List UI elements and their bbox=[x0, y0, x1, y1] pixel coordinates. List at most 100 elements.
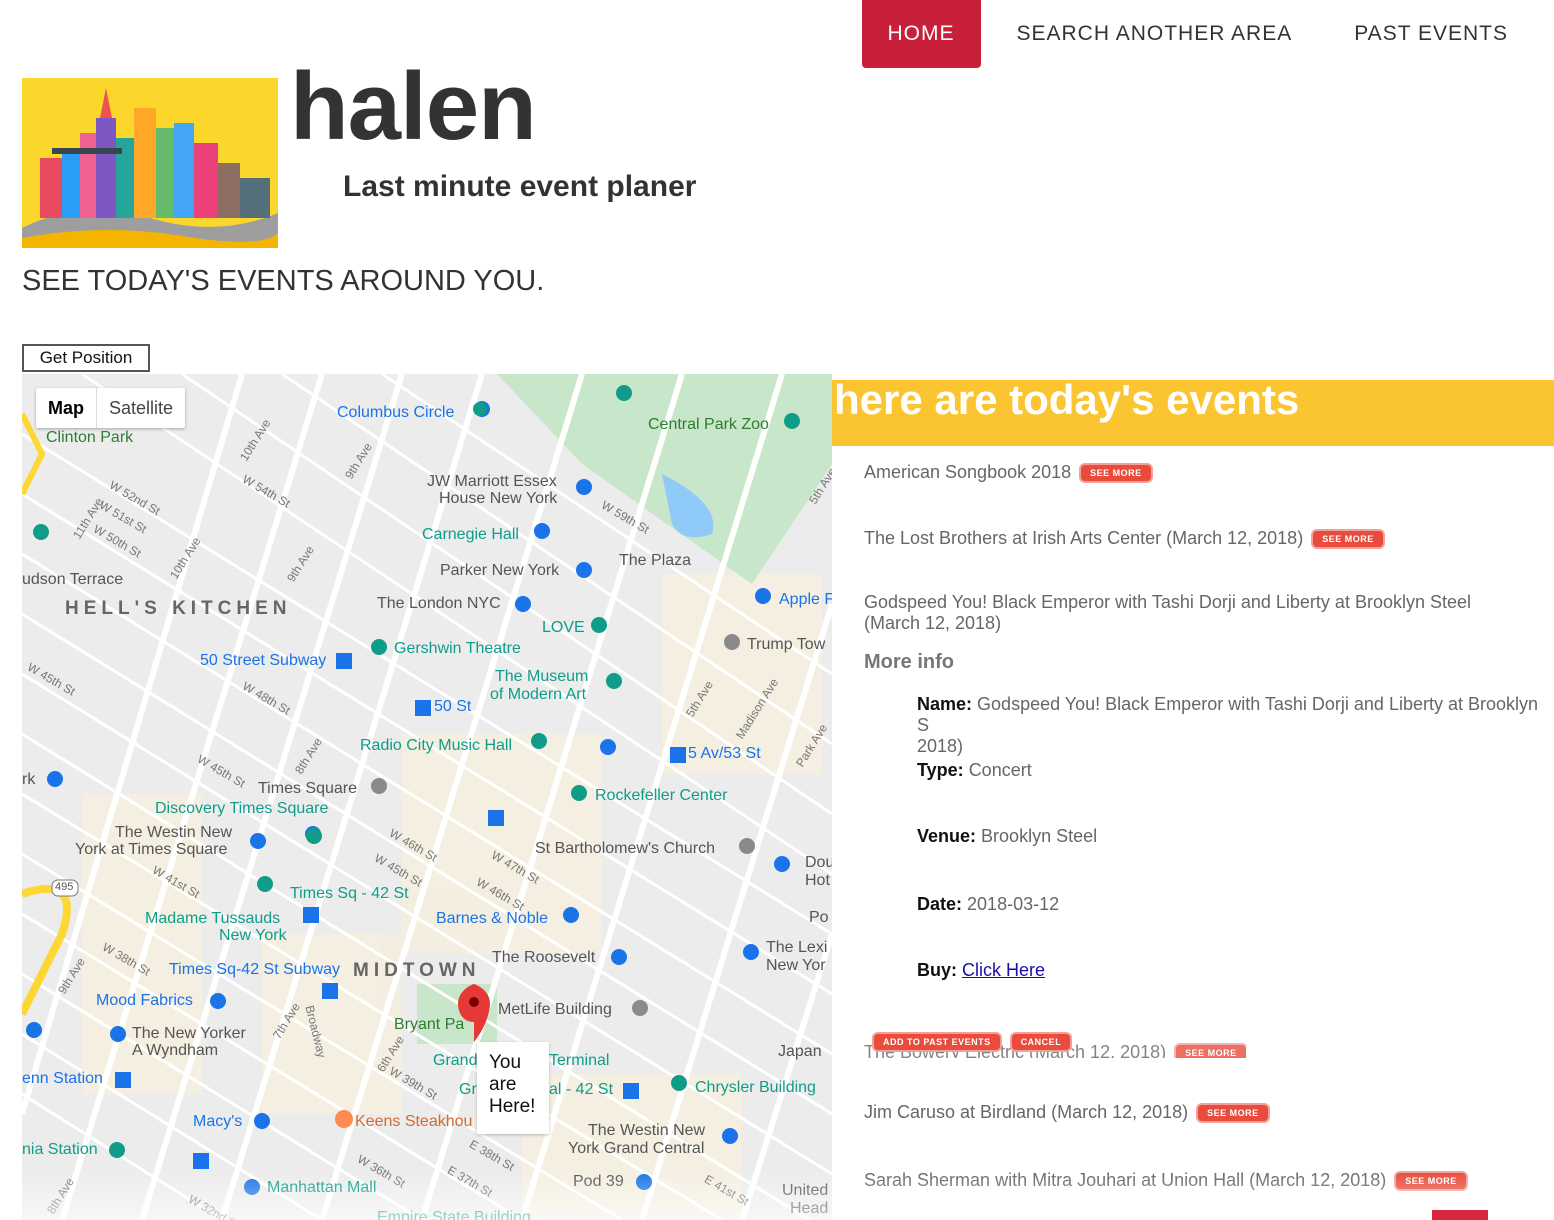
map-label: Madame Tussauds bbox=[145, 910, 281, 927]
add-to-past-events-button[interactable]: ADD TO PAST EVENTS bbox=[874, 1033, 1000, 1050]
map-label: Trump Tow bbox=[747, 636, 826, 653]
map-label: JW Marriott Essex bbox=[427, 473, 557, 490]
map-label: Radio City Music Hall bbox=[360, 737, 513, 754]
map-label: of Modern Art bbox=[490, 686, 587, 703]
map-label: York at Times Square bbox=[75, 841, 228, 858]
map-label: York Grand Central bbox=[568, 1140, 705, 1157]
map-label: Times Square bbox=[258, 780, 357, 797]
detail-venue-label: Venue: bbox=[917, 826, 977, 846]
event-title: Jim Caruso at Birdland (March 12, 2018) bbox=[864, 1102, 1189, 1122]
see-more-button[interactable]: SEE MORE bbox=[1176, 1045, 1246, 1058]
detail-name-label: Name: bbox=[917, 694, 973, 714]
intro-text: SEE TODAY'S EVENTS AROUND YOU. bbox=[22, 265, 545, 297]
map-label: A Wyndham bbox=[132, 1042, 219, 1059]
see-more-button[interactable]: SEE MORE bbox=[1396, 1173, 1466, 1190]
map-label: enn Station bbox=[22, 1070, 103, 1087]
map-type-control: Map Satellite bbox=[36, 388, 186, 428]
map-label: Grand bbox=[433, 1052, 478, 1069]
map-label: Gr bbox=[459, 1081, 477, 1098]
map-label: Mood Fabrics bbox=[96, 992, 193, 1009]
map-label: Head bbox=[790, 1200, 829, 1217]
event-item: The Lost Brothers at Irish Arts Center (… bbox=[864, 528, 1383, 549]
map-label: New York bbox=[219, 927, 287, 944]
city-skyline-logo bbox=[22, 78, 278, 248]
event-item: Godspeed You! Black Emperor with Tashi D… bbox=[864, 592, 1471, 634]
buy-ticket-link[interactable]: Click Here bbox=[962, 960, 1045, 980]
map-label: The Westin New bbox=[115, 824, 233, 841]
map-label: Gershwin Theatre bbox=[394, 640, 521, 657]
detail-name-value-cont: 2018) bbox=[917, 736, 964, 756]
event-title: Godspeed You! Black Emperor with Tashi D… bbox=[864, 592, 1471, 612]
map-label: Macy's bbox=[193, 1113, 243, 1130]
map-label: udson Terrace bbox=[22, 571, 124, 588]
detail-name-value: Godspeed You! Black Emperor with Tashi D… bbox=[917, 694, 1539, 735]
highway-495-label: 495 bbox=[55, 881, 74, 893]
map-label: 50 St bbox=[434, 698, 472, 715]
map-label: Manhattan Mall bbox=[267, 1179, 377, 1196]
detail-date-label: Date: bbox=[917, 894, 963, 914]
map-label: Apple F bbox=[779, 591, 832, 608]
map-label: United bbox=[782, 1182, 829, 1199]
detail-venue-value: Brooklyn Steel bbox=[981, 826, 1098, 846]
nav-search-another-area[interactable]: SEARCH ANOTHER AREA bbox=[991, 0, 1319, 68]
map-label: The Lexi bbox=[766, 939, 828, 956]
map-label: Hot bbox=[805, 872, 830, 889]
event-item: American Songbook 2018 SEE MORE bbox=[864, 462, 1151, 483]
map-label: Barnes & Noble bbox=[436, 910, 549, 927]
detail-date-value: 2018-03-12 bbox=[967, 894, 1060, 914]
nav-past-events[interactable]: PAST EVENTS bbox=[1328, 0, 1534, 68]
map-label: Po bbox=[809, 909, 829, 926]
map-label: 5 Av/53 St bbox=[688, 745, 761, 762]
detail-buy-label: Buy: bbox=[917, 960, 957, 980]
events-heading: here are today's events bbox=[832, 379, 1554, 446]
detail-name: Name: Godspeed You! Black Emperor with T… bbox=[917, 694, 1554, 757]
map-type-satellite-button[interactable]: Satellite bbox=[97, 388, 185, 428]
map-label: Central Park Zoo bbox=[648, 416, 769, 433]
map-label: Japan bbox=[778, 1043, 822, 1060]
map-label: Chrysler Building bbox=[695, 1079, 816, 1096]
detail-date: Date: 2018-03-12 bbox=[917, 894, 1554, 915]
event-item: Sarah Sherman with Mitra Jouhari at Unio… bbox=[864, 1170, 1466, 1191]
map-label: Pod 39 bbox=[573, 1173, 624, 1190]
more-info-heading: More info bbox=[864, 651, 954, 673]
detail-type: Type: Concert bbox=[917, 760, 1554, 781]
detail-venue: Venue: Brooklyn Steel bbox=[917, 826, 1554, 847]
map-label: al - 42 St bbox=[549, 1081, 614, 1098]
cancel-button[interactable]: CANCEL bbox=[1011, 1033, 1071, 1050]
map-label: Carnegie Hall bbox=[422, 526, 519, 543]
map-label: The New Yorker bbox=[132, 1025, 246, 1042]
map-label: Times Sq-42 St Subway bbox=[169, 961, 341, 978]
map-label: rk bbox=[22, 771, 36, 788]
map-label: The Plaza bbox=[619, 552, 692, 569]
map-label: The Museum bbox=[495, 668, 589, 685]
map-label: Columbus Circle bbox=[337, 404, 455, 421]
map-label: Times Sq - 42 St bbox=[290, 885, 409, 902]
event-actions: ADD TO PAST EVENTS CANCEL bbox=[874, 1033, 1082, 1051]
nav-home[interactable]: HOME bbox=[861, 0, 981, 68]
see-more-button[interactable]: SEE MORE bbox=[1198, 1105, 1268, 1122]
map-label: Bryant Pa bbox=[394, 1016, 465, 1033]
detail-buy: Buy: Click Here bbox=[917, 960, 1554, 981]
map-label: The Roosevelt bbox=[492, 949, 596, 966]
map-label: Parker New York bbox=[440, 562, 560, 579]
see-more-button[interactable]: SEE MORE bbox=[1313, 531, 1383, 548]
event-date: (March 12, 2018) bbox=[864, 613, 1002, 633]
google-map[interactable]: Map Satellite Clinton Park Columbus Circ… bbox=[22, 374, 832, 1220]
event-title: Sarah Sherman with Mitra Jouhari at Unio… bbox=[864, 1170, 1387, 1190]
detail-type-value: Concert bbox=[968, 760, 1032, 780]
see-more-button[interactable]: SEE MORE bbox=[1081, 465, 1151, 482]
get-position-button[interactable]: Get Position bbox=[22, 344, 150, 372]
map-type-map-button[interactable]: Map bbox=[36, 388, 97, 428]
map-label: The Westin New bbox=[588, 1122, 706, 1139]
event-item: Jim Caruso at Birdland (March 12, 2018) S… bbox=[864, 1102, 1268, 1123]
map-label: St Bartholomew's Church bbox=[535, 840, 716, 857]
map-label: MetLife Building bbox=[498, 1001, 612, 1018]
top-nav: HOME SEARCH ANOTHER AREA PAST EVENTS bbox=[852, 0, 1535, 68]
map-label: 50 Street Subway bbox=[200, 652, 327, 669]
map-label: House New York bbox=[439, 490, 558, 507]
corner-badge-icon bbox=[1432, 1210, 1488, 1220]
map-label: Discovery Times Square bbox=[155, 800, 329, 817]
map-label: Empire State Building bbox=[377, 1209, 531, 1220]
event-title: The Lost Brothers at Irish Arts Center (… bbox=[864, 528, 1304, 548]
map-label: The London NYC bbox=[377, 595, 501, 612]
